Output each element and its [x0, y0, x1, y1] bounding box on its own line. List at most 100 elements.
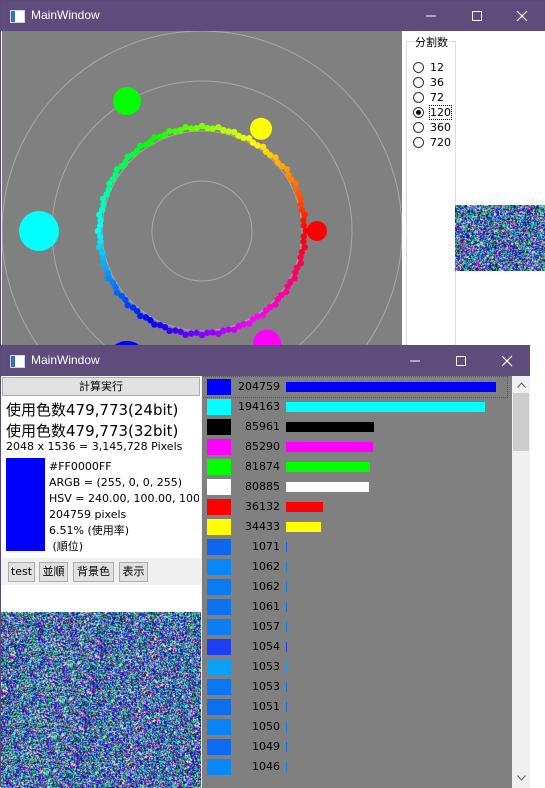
histogram-list[interactable]: 204759 194163 85961 85290 81874 80885 36132 344… — [202, 376, 512, 788]
radio-button-icon[interactable] — [413, 137, 424, 148]
hue-dot — [97, 238, 104, 245]
histogram-row[interactable]: 36132 — [202, 497, 507, 517]
display-button[interactable]: 表示 — [119, 562, 148, 582]
row-count: 1057 — [252, 620, 280, 633]
selected-hsv: HSV = 240.00, 100.00, 100.0 — [49, 492, 199, 505]
hue-dot — [113, 166, 121, 173]
pixels-info: 2048 x 1536 = 3,145,728 Pixels — [6, 440, 183, 453]
histogram-row[interactable]: 1049 — [202, 737, 507, 757]
histogram-row[interactable]: 1054 — [202, 637, 507, 657]
histogram-row[interactable]: 85290 — [202, 437, 507, 457]
row-color-swatch — [207, 539, 231, 555]
histogram-row[interactable]: 80885 — [202, 477, 507, 497]
histogram-row[interactable]: 85961 — [202, 417, 507, 437]
noise-image-canvas — [1, 612, 201, 788]
close-button[interactable] — [484, 346, 530, 376]
app-icon — [10, 355, 25, 368]
row-color-swatch — [207, 559, 231, 575]
front-window: MainWindow 計算実行 使用色数479,773(24bit) 使用色数4… — [0, 345, 530, 788]
row-count: 36132 — [245, 500, 280, 513]
histogram-row[interactable]: 1051 — [202, 697, 507, 717]
background-color-button[interactable]: 背景色 — [73, 562, 114, 582]
radio-button-icon[interactable] — [413, 62, 424, 73]
hue-dot — [188, 125, 195, 132]
minimize-button[interactable] — [392, 346, 438, 376]
histogram-row[interactable]: 204759 — [202, 376, 508, 398]
histogram-row[interactable]: 1050 — [202, 717, 507, 737]
row-bar — [286, 382, 496, 392]
hue-dot — [188, 330, 195, 337]
close-icon — [501, 355, 513, 367]
scroll-up-arrow[interactable] — [512, 376, 530, 393]
radio-button-icon[interactable] — [413, 77, 424, 88]
row-bar — [286, 682, 287, 692]
hue-dot — [142, 141, 150, 148]
front-title-bar[interactable]: MainWindow — [1, 346, 529, 376]
radio-option[interactable]: 120 — [413, 105, 452, 120]
radio-option[interactable]: 72 — [413, 90, 444, 105]
compute-button[interactable]: 計算実行 — [2, 377, 200, 396]
radio-option[interactable]: 720 — [413, 135, 451, 150]
sort-button[interactable]: 並順 — [39, 562, 68, 582]
row-count: 204759 — [238, 380, 280, 393]
minimize-icon — [410, 360, 420, 362]
histogram-row[interactable]: 1062 — [202, 577, 507, 597]
scroll-thumb[interactable] — [513, 393, 529, 451]
hue-dot — [182, 331, 189, 338]
hue-dot — [291, 275, 298, 282]
noise-thumbnail — [455, 205, 545, 271]
row-bar — [286, 542, 287, 552]
row-color-swatch — [207, 699, 231, 715]
radio-option[interactable]: 36 — [413, 75, 444, 90]
color-count-32bit: 使用色数479,773(32bit) — [6, 422, 179, 440]
row-count: 1062 — [252, 580, 280, 593]
row-count: 1046 — [252, 760, 280, 773]
row-bar — [286, 662, 287, 672]
row-bar — [286, 502, 323, 512]
histogram-row[interactable]: 1053 — [202, 677, 507, 697]
histogram-row[interactable]: 1061 — [202, 597, 507, 617]
major-color-circle — [113, 87, 141, 116]
button-strip: test 並順 背景色 表示 — [1, 558, 201, 585]
row-bar — [286, 602, 287, 612]
histogram-row[interactable]: 1053 — [202, 657, 507, 677]
radio-button-icon[interactable] — [413, 122, 424, 133]
hue-dot — [259, 143, 267, 151]
test-button[interactable]: test — [8, 562, 35, 582]
row-color-swatch — [207, 399, 231, 415]
hue-dot — [106, 180, 113, 187]
row-bar — [286, 522, 321, 532]
radio-label: 36 — [430, 76, 444, 89]
row-count: 1049 — [252, 740, 280, 753]
histogram-row[interactable]: 1062 — [202, 557, 507, 577]
maximize-icon — [456, 356, 466, 366]
histogram-row[interactable]: 1057 — [202, 617, 507, 637]
close-button[interactable] — [499, 1, 545, 31]
maximize-button[interactable] — [454, 1, 500, 31]
histogram-row[interactable]: 1046 — [202, 757, 507, 777]
histogram-row[interactable]: 81874 — [202, 457, 507, 477]
radio-button-icon[interactable] — [413, 92, 424, 103]
radio-option[interactable]: 12 — [413, 60, 444, 75]
row-count: 81874 — [245, 460, 280, 473]
chevron-down-icon — [516, 774, 526, 781]
maximize-button[interactable] — [438, 346, 484, 376]
row-count: 1053 — [252, 680, 280, 693]
hue-dot — [99, 195, 107, 203]
histogram-row[interactable]: 194163 — [202, 397, 507, 417]
hue-dot — [230, 128, 238, 136]
back-title-bar[interactable]: MainWindow — [1, 1, 544, 31]
radio-option[interactable]: 360 — [413, 120, 451, 135]
histogram-row[interactable]: 34433 — [202, 517, 507, 537]
selected-pixels: 204759 pixels — [49, 508, 127, 521]
radio-button-icon[interactable] — [413, 107, 424, 118]
list-scrollbar[interactable] — [512, 376, 530, 788]
row-bar — [286, 742, 287, 752]
hue-dot — [151, 321, 158, 328]
scroll-down-arrow[interactable] — [512, 769, 530, 786]
histogram-row[interactable]: 1071 — [202, 537, 507, 557]
selected-hex: #FF0000FF — [49, 460, 112, 473]
row-bar — [286, 762, 287, 772]
minimize-button[interactable] — [408, 1, 454, 31]
chevron-up-icon — [516, 381, 526, 388]
